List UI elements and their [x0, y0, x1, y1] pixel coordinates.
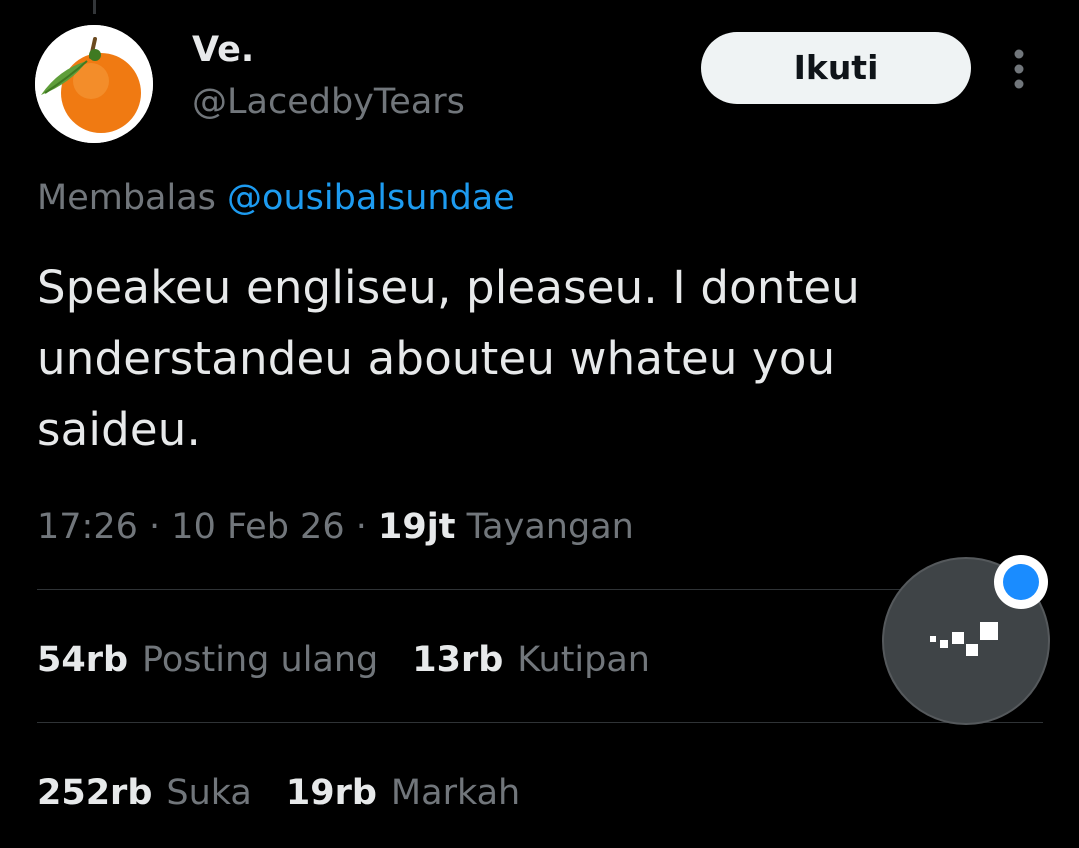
- views-count: 19jt: [378, 507, 456, 547]
- tweet-date[interactable]: 10 Feb 26: [171, 507, 344, 547]
- tweet-meta: 17:26 · 10 Feb 26 · 19jt Tayangan: [37, 503, 634, 551]
- notification-dot-center: [1003, 564, 1039, 600]
- display-name[interactable]: Ve.: [192, 28, 254, 72]
- follow-button[interactable]: Ikuti: [701, 32, 971, 104]
- avatar[interactable]: [35, 25, 153, 143]
- thread-connector-line: [93, 0, 96, 14]
- bookmarks-stat[interactable]: 19rb Markah: [286, 773, 520, 813]
- orange-fruit-icon: [35, 25, 153, 143]
- user-handle[interactable]: @LacedbyTears: [192, 80, 465, 124]
- bookmarks-count: 19rb: [285, 773, 377, 813]
- divider: [37, 722, 1043, 723]
- notification-dot: [994, 555, 1048, 609]
- quotes-stat[interactable]: 13rb Kutipan: [412, 640, 650, 680]
- stats-row-shares: 54rb Posting ulang 13rb Kutipan: [37, 636, 684, 684]
- quotes-count: 13rb: [412, 640, 504, 680]
- stats-row-engagement: 252rb Suka 19rb Markah: [37, 769, 554, 817]
- views-label: Tayangan: [466, 507, 634, 547]
- bookmarks-label: Markah: [390, 773, 521, 813]
- more-options-icon[interactable]: [1006, 48, 1032, 90]
- reply-prefix: Membalas: [37, 178, 216, 218]
- tweet-text: Speakeu engliseu, pleaseu. I donteu unde…: [37, 261, 861, 456]
- meta-separator: ·: [149, 507, 161, 547]
- reposts-label: Posting ulang: [142, 640, 379, 680]
- divider: [37, 589, 1043, 590]
- quotes-label: Kutipan: [517, 640, 650, 680]
- reply-mention-link[interactable]: @ousibalsundae: [227, 178, 515, 218]
- dotted-pattern-icon: [930, 622, 998, 656]
- likes-count: 252rb: [37, 773, 153, 813]
- tweet-time[interactable]: 17:26: [37, 507, 138, 547]
- reply-context: Membalas @ousibalsundae: [37, 175, 515, 221]
- likes-label: Suka: [166, 773, 252, 813]
- reposts-stat[interactable]: 54rb Posting ulang: [37, 640, 378, 680]
- likes-stat[interactable]: 252rb Suka: [37, 773, 252, 813]
- reposts-count: 54rb: [37, 640, 129, 680]
- meta-separator: ·: [355, 507, 367, 547]
